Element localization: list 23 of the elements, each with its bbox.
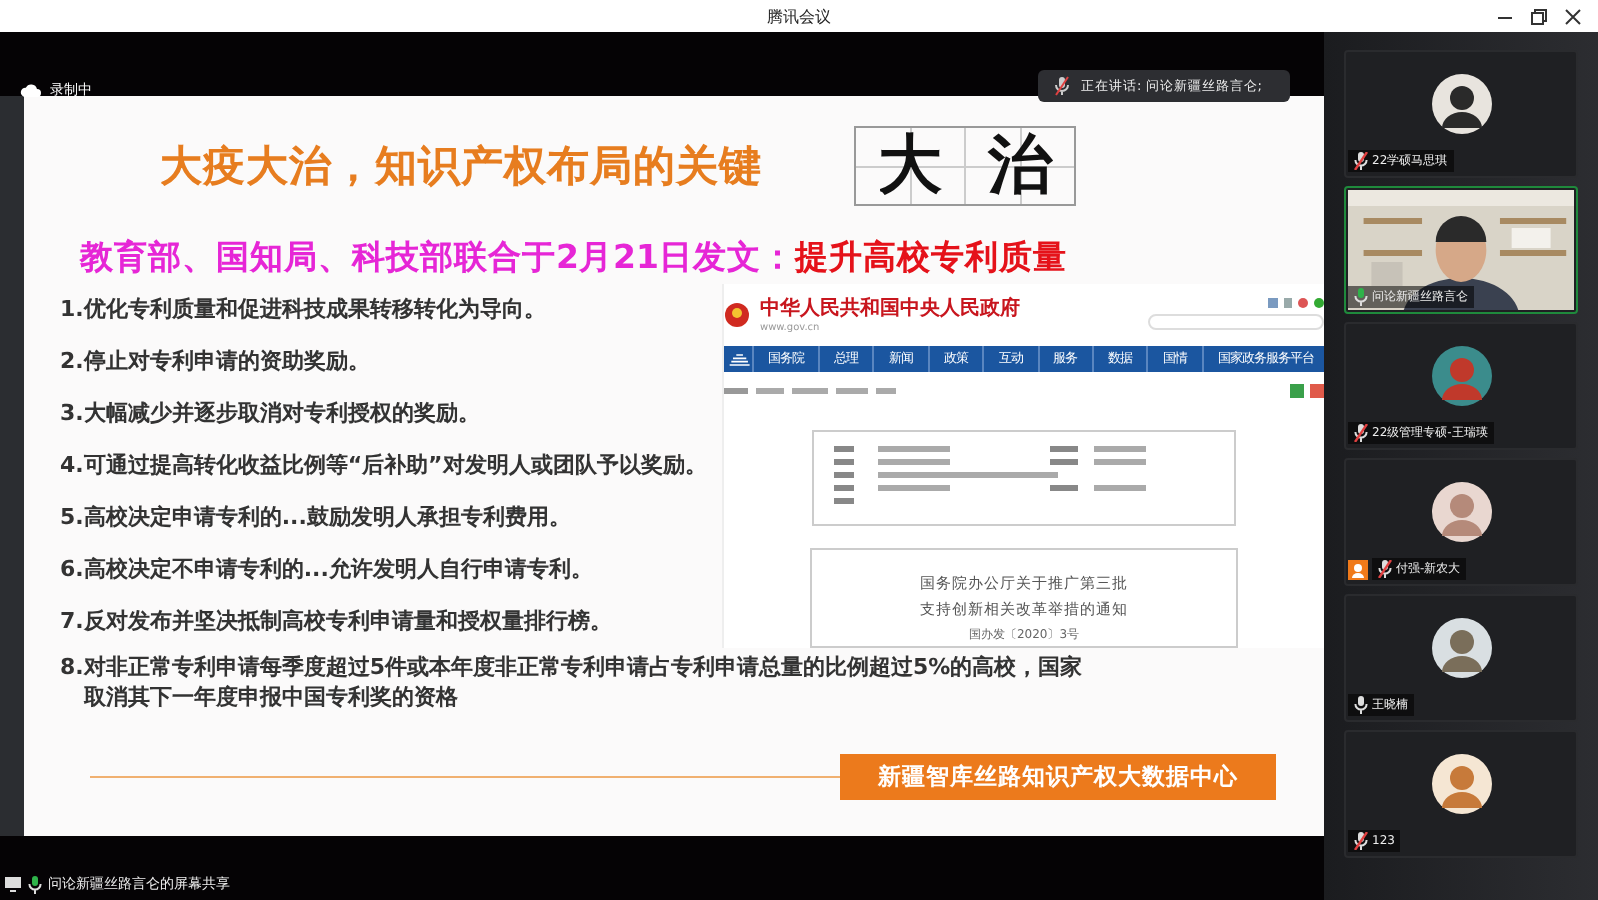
slide-title: 大疫大治，知识产权布局的关键	[160, 140, 762, 194]
calligraphy-character: 治	[964, 128, 1074, 204]
slide-subtitle: 教育部、国知局、科技部联合于2月21日发文：提升高校专利质量	[80, 236, 1069, 280]
bullet-point: 6.高校决定不申请专利的...允许发明人自行申请专利。	[60, 554, 595, 586]
close-icon[interactable]	[1564, 8, 1582, 26]
muted-microphone-icon	[1053, 76, 1070, 96]
organization-banner: 新疆智库丝路知识产权大数据中心	[840, 754, 1276, 800]
site-title: 中华人民共和国中央人民政府	[760, 294, 1020, 322]
restore-icon[interactable]	[1530, 8, 1548, 26]
microphone-icon	[28, 875, 42, 893]
building-icon	[728, 351, 752, 367]
emblem-icon	[724, 299, 750, 329]
bullet-point: 8.对非正常专利申请每季度超过5件或本年度非正常专利申请占专利申请总量的比例超过5%的高校，国家取消其下一年度申报中国专利奖的资格	[60, 652, 1085, 712]
bullet-point: 2.停止对专利申请的资助奖励。	[60, 346, 372, 378]
bullet-point: 3.大幅减少并逐步取消对专利授权的奖励。	[60, 398, 482, 430]
calligraphy-character: 大	[856, 128, 964, 204]
screen-share-icon	[4, 876, 22, 892]
bullet-point: 5.高校决定申请专利的...鼓励发明人承担专利费用。	[60, 502, 573, 534]
search-field[interactable]	[1148, 314, 1324, 330]
bullet-point: 1.优化专利质量和促进科技成果转移转化为导向。	[60, 294, 548, 326]
bullet-point: 7.反对发布并坚决抵制高校专利申请量和授权量排行榜。	[60, 606, 614, 638]
bullet-point: 4.可通过提高转化收益比例等“后补助”对发明人或团队予以奖励。	[60, 450, 709, 482]
window-title: 腾讯会议	[767, 5, 831, 27]
